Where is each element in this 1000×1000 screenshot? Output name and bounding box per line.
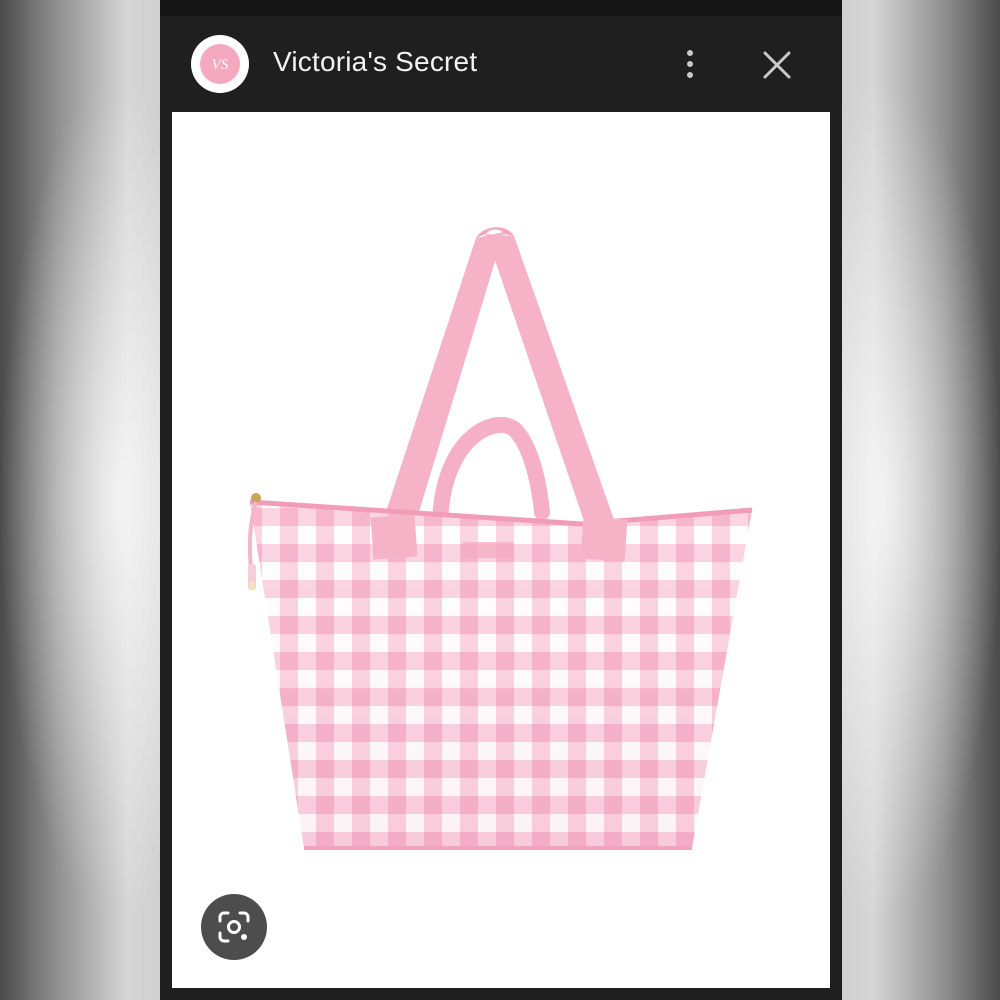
logo-text: VS xyxy=(212,57,229,73)
tote-bag-image xyxy=(247,227,753,850)
strap-tab-right xyxy=(580,516,628,562)
phone-screen: VS Victoria's Secret xyxy=(160,0,842,1000)
close-button[interactable] xyxy=(758,46,796,84)
status-strip xyxy=(160,0,842,16)
google-lens-icon xyxy=(218,911,250,943)
more-vertical-icon xyxy=(687,50,693,56)
close-icon xyxy=(763,51,791,79)
google-lens-button[interactable] xyxy=(201,894,267,960)
page-title: Victoria's Secret xyxy=(273,46,478,77)
header-bar: VS Victoria's Secret xyxy=(160,16,842,112)
more-options-button[interactable] xyxy=(672,44,708,84)
vs-logo-icon[interactable]: VS xyxy=(191,35,249,93)
back-handle xyxy=(432,416,550,532)
strap-tab-left xyxy=(370,514,418,560)
background-right-blur xyxy=(842,0,1000,1000)
product-image[interactable] xyxy=(172,112,830,988)
embossed-logo xyxy=(462,542,514,558)
background-left-blur xyxy=(0,0,160,1000)
strap-right xyxy=(486,234,624,556)
zipper-head xyxy=(251,493,261,503)
